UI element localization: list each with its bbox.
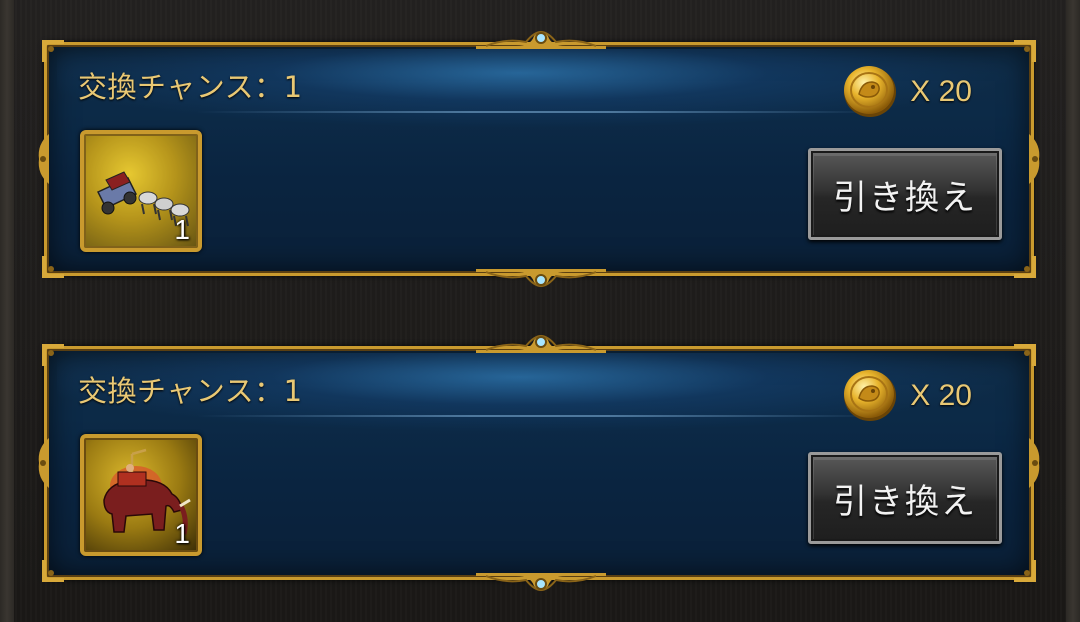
cost-quantity: X 20 <box>910 379 972 412</box>
reward-item-slot[interactable]: 1 <box>80 434 202 556</box>
cost-quantity: X 20 <box>910 75 972 108</box>
right-rail <box>1066 0 1080 622</box>
corner-ornament <box>1014 560 1036 582</box>
redeem-button[interactable]: 引き換え <box>808 452 1002 544</box>
side-ornament <box>35 438 49 488</box>
redeem-button-label: 引き換え <box>833 481 977 522</box>
top-ornament <box>476 332 606 354</box>
bottom-ornament <box>476 572 606 594</box>
corner-ornament <box>42 256 64 278</box>
corner-ornament <box>1014 256 1036 278</box>
gold-coin-icon <box>842 64 898 120</box>
redeem-button-label: 引き換え <box>833 177 977 218</box>
exchange-offer-card: 交換チャンス：1 X 20 1 引き換え <box>38 334 1040 592</box>
reward-item-slot[interactable]: 1 <box>80 130 202 252</box>
left-rail <box>0 0 14 622</box>
cost-display: X 20 <box>842 368 972 424</box>
side-ornament <box>35 134 49 184</box>
corner-ornament <box>42 40 64 62</box>
redeem-button[interactable]: 引き換え <box>808 148 1002 240</box>
cost-display: X 20 <box>842 64 972 120</box>
item-count: 1 <box>174 214 190 245</box>
corner-ornament <box>42 560 64 582</box>
bottom-ornament <box>476 268 606 290</box>
gold-coin-icon <box>842 368 898 424</box>
side-ornament <box>1029 134 1043 184</box>
corner-ornament <box>1014 344 1036 366</box>
side-ornament <box>1029 438 1043 488</box>
top-ornament <box>476 28 606 50</box>
corner-ornament <box>42 344 64 366</box>
exchange-chance-label: 交換チャンス：1 <box>78 374 303 408</box>
corner-ornament <box>1014 40 1036 62</box>
exchange-offer-card: 交換チャンス：1 X 20 1 引き換え <box>38 30 1040 288</box>
item-count: 1 <box>174 518 190 549</box>
exchange-chance-label: 交換チャンス：1 <box>78 70 303 104</box>
